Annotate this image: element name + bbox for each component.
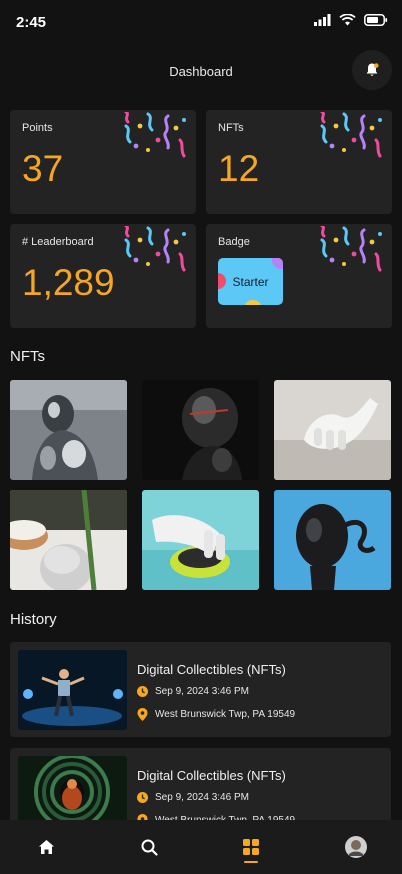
confetti-icon xyxy=(124,112,186,158)
leaderboard-label: # Leaderboard xyxy=(22,236,94,248)
nft-thumbnail[interactable] xyxy=(10,380,127,480)
points-label: Points xyxy=(22,122,53,134)
history-date-text: Sep 9, 2024 3:46 PM xyxy=(155,686,249,697)
history-thumbnail xyxy=(18,650,127,730)
status-time: 2:45 xyxy=(16,14,47,31)
nfts-section-title: NFTs xyxy=(10,348,45,365)
history-location-text: West Brunswick Twp, PA 19549 xyxy=(155,709,296,720)
active-tab-indicator xyxy=(244,861,258,863)
status-bar: 2:45 xyxy=(0,0,402,46)
points-card[interactable]: Points 37 xyxy=(10,110,196,214)
confetti-icon xyxy=(320,112,382,158)
confetti-icon xyxy=(320,226,382,272)
history-location: West Brunswick Twp, PA 19549 xyxy=(137,708,295,721)
badge-value: Starter xyxy=(232,274,269,289)
leaderboard-card[interactable]: # Leaderboard 1,289 xyxy=(10,224,196,328)
nfts-label: NFTs xyxy=(218,122,244,134)
clock-icon xyxy=(137,792,148,803)
nft-thumbnail[interactable] xyxy=(274,380,391,480)
history-title: Digital Collectibles (NFTs) xyxy=(137,662,286,677)
history-date-text: Sep 9, 2024 3:46 PM xyxy=(155,792,249,803)
history-date: Sep 9, 2024 3:46 PM xyxy=(137,792,249,803)
badge-label: Badge xyxy=(218,236,250,248)
nfts-value: 12 xyxy=(218,148,260,189)
nfts-card[interactable]: NFTs 12 xyxy=(206,110,392,214)
notifications-button[interactable] xyxy=(352,50,392,90)
home-icon xyxy=(38,840,54,854)
nft-thumbnail[interactable] xyxy=(142,490,259,590)
bell-icon xyxy=(366,63,379,76)
history-title: Digital Collectibles (NFTs) xyxy=(137,768,286,783)
battery-icon xyxy=(364,14,388,26)
nft-thumbnail[interactable] xyxy=(10,490,127,590)
history-date: Sep 9, 2024 3:46 PM xyxy=(137,686,249,697)
points-value: 37 xyxy=(22,148,64,189)
status-icons xyxy=(314,14,388,26)
location-pin-icon xyxy=(137,708,148,721)
badge-pill: Starter xyxy=(218,258,283,305)
nav-home[interactable] xyxy=(35,836,57,858)
nav-search[interactable] xyxy=(138,836,160,858)
page-title: Dashboard xyxy=(169,64,233,79)
search-icon xyxy=(141,839,158,856)
nft-thumbnail[interactable] xyxy=(274,490,391,590)
dashboard-icon xyxy=(243,839,259,855)
signal-icon xyxy=(314,14,331,26)
wifi-icon xyxy=(339,14,356,26)
nav-dashboard[interactable] xyxy=(240,836,262,858)
confetti-icon xyxy=(124,226,186,272)
badge-card[interactable]: Badge Starter xyxy=(206,224,392,328)
avatar xyxy=(345,836,367,858)
history-section-title: History xyxy=(10,611,57,628)
history-item[interactable]: Digital Collectibles (NFTs) Sep 9, 2024 … xyxy=(10,642,391,737)
nav-profile[interactable] xyxy=(345,836,367,858)
nft-thumbnail[interactable] xyxy=(142,380,259,480)
leaderboard-value: 1,289 xyxy=(22,262,115,303)
clock-icon xyxy=(137,686,148,697)
bottom-nav xyxy=(0,820,402,874)
